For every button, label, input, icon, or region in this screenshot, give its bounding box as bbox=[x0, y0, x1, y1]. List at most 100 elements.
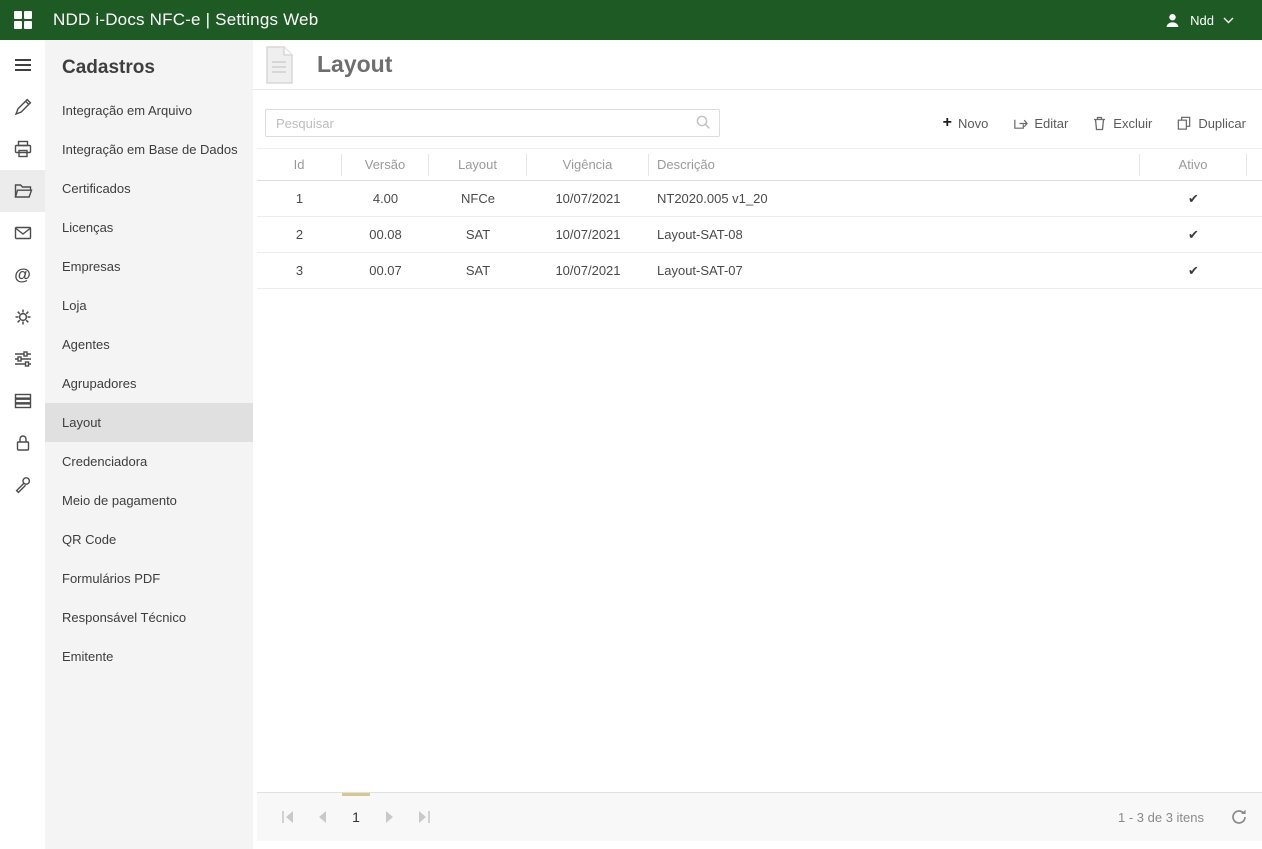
at-glyph: @ bbox=[14, 265, 31, 285]
cell-descricao: Layout-SAT-08 bbox=[649, 227, 1140, 242]
column-header-descricao[interactable]: Descrição bbox=[649, 154, 1140, 176]
pager: 1 1 - 3 de 3 itens bbox=[257, 792, 1262, 841]
edit-icon bbox=[1012, 115, 1028, 131]
excluir-button[interactable]: Excluir bbox=[1092, 115, 1152, 131]
grid-header-row: Id Versão Layout Vigência Descrição Ativ… bbox=[257, 148, 1262, 181]
sidebar-item-integracao-arquivo[interactable]: Integração em Arquivo bbox=[45, 91, 253, 130]
user-icon bbox=[1164, 12, 1181, 29]
app-launcher-button[interactable] bbox=[0, 0, 45, 40]
gear-icon[interactable] bbox=[0, 296, 45, 338]
mail-icon[interactable] bbox=[0, 212, 45, 254]
page-header: Layout bbox=[253, 40, 1262, 90]
at-icon[interactable]: @ bbox=[0, 254, 45, 296]
sidebar-item-empresas[interactable]: Empresas bbox=[45, 247, 253, 286]
refresh-icon bbox=[1230, 808, 1248, 826]
column-header-ativo[interactable]: Ativo bbox=[1140, 154, 1247, 176]
search-icon bbox=[695, 114, 712, 131]
cell-id: 1 bbox=[257, 191, 342, 206]
page-title: Layout bbox=[317, 51, 392, 78]
document-icon bbox=[259, 44, 299, 86]
cell-versao: 00.07 bbox=[342, 263, 429, 278]
first-page-icon bbox=[280, 810, 296, 824]
cell-vigencia: 10/07/2021 bbox=[527, 191, 649, 206]
novo-label: Novo bbox=[958, 116, 988, 131]
prev-page-icon bbox=[317, 810, 327, 824]
column-header-versao[interactable]: Versão bbox=[342, 154, 429, 176]
cell-vigencia: 10/07/2021 bbox=[527, 263, 649, 278]
cell-id: 2 bbox=[257, 227, 342, 242]
pager-info: 1 - 3 de 3 itens bbox=[1118, 810, 1204, 825]
cell-layout: NFCe bbox=[429, 191, 527, 206]
cell-versao: 00.08 bbox=[342, 227, 429, 242]
toolbar-buttons: + Novo Editar Excluir Duplicar bbox=[943, 115, 1246, 131]
sidebar-item-credenciadora[interactable]: Credenciadora bbox=[45, 442, 253, 481]
icon-rail: @ bbox=[0, 40, 45, 849]
sidebar-item-emitente[interactable]: Emitente bbox=[45, 637, 253, 676]
sidebar-item-layout[interactable]: Layout bbox=[45, 403, 253, 442]
sidebar-item-licencas[interactable]: Licenças bbox=[45, 208, 253, 247]
plus-icon: + bbox=[943, 115, 952, 131]
editar-button[interactable]: Editar bbox=[1012, 115, 1068, 131]
cell-descricao: NT2020.005 v1_20 bbox=[649, 191, 1140, 206]
sidebar: Cadastros Integração em Arquivo Integraç… bbox=[45, 40, 253, 849]
app-title: NDD i-Docs NFC-e | Settings Web bbox=[53, 10, 318, 30]
cell-vigencia: 10/07/2021 bbox=[527, 227, 649, 242]
sidebar-title: Cadastros bbox=[45, 40, 253, 91]
lock-icon[interactable] bbox=[0, 422, 45, 464]
main-content: Layout + Novo Editar bbox=[253, 40, 1262, 849]
column-header-vigencia[interactable]: Vigência bbox=[527, 154, 649, 176]
search-field bbox=[265, 109, 720, 137]
excluir-label: Excluir bbox=[1113, 116, 1152, 131]
app-window: NDD i-Docs NFC-e | Settings Web Ndd bbox=[0, 0, 1262, 849]
sidebar-item-loja[interactable]: Loja bbox=[45, 286, 253, 325]
sidebar-item-integracao-base[interactable]: Integração em Base de Dados bbox=[45, 130, 253, 169]
cell-id: 3 bbox=[257, 263, 342, 278]
sidebar-item-responsavel-tecnico[interactable]: Responsável Técnico bbox=[45, 598, 253, 637]
brush-icon[interactable] bbox=[0, 86, 45, 128]
chevron-down-icon bbox=[1223, 17, 1234, 24]
table-row[interactable]: 2 00.08 SAT 10/07/2021 Layout-SAT-08 ✔ bbox=[257, 217, 1262, 253]
editar-label: Editar bbox=[1034, 116, 1068, 131]
refresh-button[interactable] bbox=[1230, 808, 1248, 826]
table-row[interactable]: 3 00.07 SAT 10/07/2021 Layout-SAT-07 ✔ bbox=[257, 253, 1262, 289]
pager-first-button[interactable] bbox=[271, 793, 305, 841]
copy-icon bbox=[1176, 115, 1192, 131]
column-header-layout[interactable]: Layout bbox=[429, 154, 527, 176]
sidebar-item-certificados[interactable]: Certificados bbox=[45, 169, 253, 208]
column-header-id[interactable]: Id bbox=[257, 154, 342, 176]
sliders-icon[interactable] bbox=[0, 338, 45, 380]
sidebar-item-agentes[interactable]: Agentes bbox=[45, 325, 253, 364]
pager-prev-button[interactable] bbox=[305, 793, 339, 841]
user-name: Ndd bbox=[1190, 13, 1214, 28]
folder-icon[interactable] bbox=[0, 170, 45, 212]
search-input[interactable] bbox=[265, 109, 720, 137]
pager-next-button[interactable] bbox=[373, 793, 407, 841]
user-menu[interactable]: Ndd bbox=[1164, 12, 1234, 29]
pager-right: 1 - 3 de 3 itens bbox=[1118, 808, 1248, 826]
rows-icon[interactable] bbox=[0, 380, 45, 422]
pager-page-1[interactable]: 1 bbox=[339, 793, 373, 841]
novo-button[interactable]: + Novo bbox=[943, 115, 989, 131]
check-icon: ✔ bbox=[1140, 227, 1247, 243]
duplicar-button[interactable]: Duplicar bbox=[1176, 115, 1246, 131]
sidebar-item-meio-pagamento[interactable]: Meio de pagamento bbox=[45, 481, 253, 520]
trash-icon bbox=[1092, 115, 1107, 131]
printer-icon[interactable] bbox=[0, 128, 45, 170]
next-page-icon bbox=[385, 810, 395, 824]
check-icon: ✔ bbox=[1140, 191, 1247, 207]
sidebar-item-qr-code[interactable]: QR Code bbox=[45, 520, 253, 559]
duplicar-label: Duplicar bbox=[1198, 116, 1246, 131]
check-icon: ✔ bbox=[1140, 263, 1247, 279]
sidebar-item-formularios-pdf[interactable]: Formulários PDF bbox=[45, 559, 253, 598]
wrench-icon[interactable] bbox=[0, 464, 45, 506]
sidebar-item-agrupadores[interactable]: Agrupadores bbox=[45, 364, 253, 403]
cell-versao: 4.00 bbox=[342, 191, 429, 206]
cell-layout: SAT bbox=[429, 227, 527, 242]
pager-last-button[interactable] bbox=[407, 793, 441, 841]
table-row[interactable]: 1 4.00 NFCe 10/07/2021 NT2020.005 v1_20 … bbox=[257, 181, 1262, 217]
menu-icon[interactable] bbox=[0, 44, 45, 86]
cell-descricao: Layout-SAT-07 bbox=[649, 263, 1140, 278]
cell-layout: SAT bbox=[429, 263, 527, 278]
waffle-icon bbox=[14, 11, 32, 29]
data-grid: Id Versão Layout Vigência Descrição Ativ… bbox=[257, 148, 1262, 289]
